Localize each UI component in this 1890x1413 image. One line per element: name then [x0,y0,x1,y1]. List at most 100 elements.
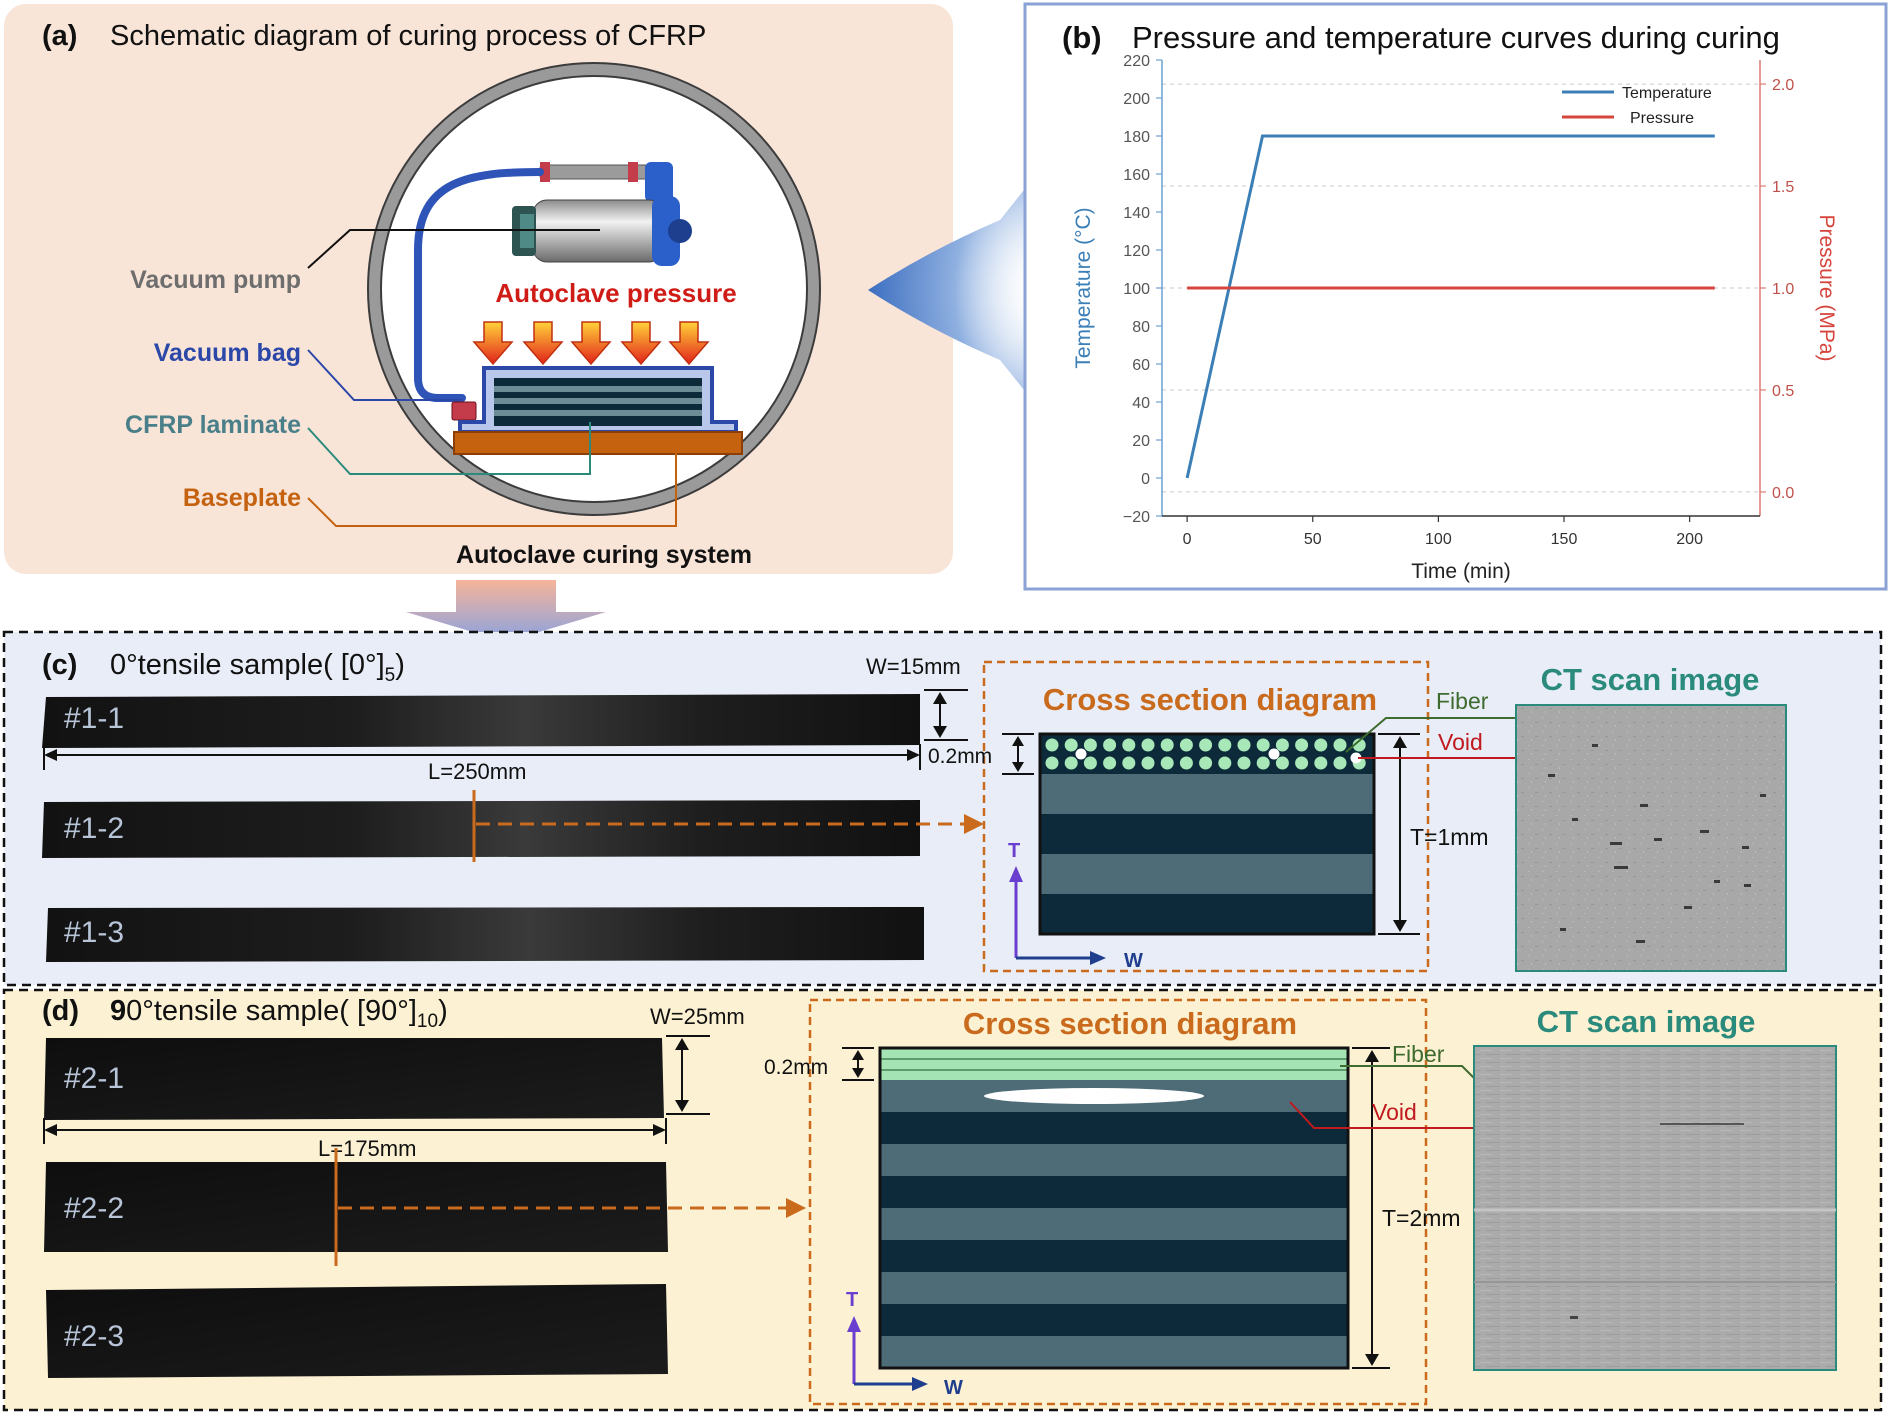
y-tick-label: 180 [1123,129,1150,146]
thickness-label: T=1mm [1410,824,1489,850]
y-tick-label: −20 [1123,509,1150,526]
sample-strip [42,694,920,748]
sample-strip [46,907,924,962]
y2-tick-label: 1.5 [1772,179,1794,196]
panel-d-tag: (d) [42,995,79,1027]
ply-thickness-label: 0.2mm [928,745,992,768]
fiber-dot [1333,738,1347,752]
fiber-label: Fiber [1436,688,1489,714]
sample-strip [42,800,920,858]
sample-strip [46,1284,668,1378]
cfrp-laminate-label: CFRP laminate [125,411,301,439]
y-tick-label: 0 [1141,471,1150,488]
y2-axis-label: Pressure (MPa) [1815,214,1838,361]
x-tick-label: 100 [1425,531,1452,548]
ct-scan-image [1473,1045,1837,1371]
fiber-dot [1045,756,1059,770]
void-label: Void [1372,1099,1417,1125]
thickness-label: T=2mm [1382,1205,1461,1231]
fiber-dot [1199,738,1213,752]
panel-d-title-sub: 10 [417,1011,438,1032]
baseplate-label: Baseplate [183,484,301,512]
axis-w-label: W [1124,950,1143,972]
length-label: L=250mm [428,759,526,784]
fiber-dot [1218,738,1232,752]
x-axis-label: Time (min) [1411,560,1511,583]
cross-section-plies [878,1046,1350,1370]
axis-t-label: T [1008,840,1020,862]
panel-a: (a) Schematic diagram of curing process … [4,4,953,574]
fiber-dot [1256,738,1270,752]
fiber-dot [1103,756,1117,770]
fiber-dot [1083,738,1097,752]
fiber-dot [1237,738,1251,752]
fiber-dot [1295,738,1309,752]
fiber-dot [1122,756,1136,770]
fiber-dot [1083,756,1097,770]
panel-b-tag: (b) [1062,20,1102,55]
void-label: Void [1438,729,1483,755]
fiber-dot [1237,756,1251,770]
vacuum-bag-label: Vacuum bag [154,339,301,367]
fiber-dot [1314,756,1328,770]
fiber-label: Fiber [1392,1041,1445,1067]
fiber-dot [1199,756,1213,770]
y-tick-label: 100 [1123,281,1150,298]
ply-thickness-label: 0.2mm [764,1056,828,1079]
sample-label: #1-3 [64,916,124,949]
vacuum-port-icon [451,401,477,421]
width-label: W=15mm [866,654,961,679]
panel-c-title-sub: 5 [385,665,396,686]
void-ellipse [984,1088,1204,1104]
fiber-dot [1218,756,1232,770]
fiber-dot [1275,756,1289,770]
fiber-dot [1045,738,1059,752]
autoclave-pressure-label: Autoclave pressure [495,278,736,308]
axis-w-label: W [944,1377,963,1399]
fiber-dot [1295,756,1309,770]
fiber-dot [1256,756,1270,770]
cross-section-title: Cross section diagram [1043,682,1377,717]
sample-strip [44,1162,668,1252]
panel-d-title: 90°tensile sample( [90°]10) [110,995,448,1032]
fiber-dot [1103,738,1117,752]
panel-c-title-end: ) [395,649,405,681]
panel-d: (d) 90°tensile sample( [90°]10) #2-1 #2-… [2,988,1883,1412]
autoclave-system-label: Autoclave curing system [456,541,752,569]
ct-scan-image [1515,704,1787,972]
panel-b: (b) Pressure and temperature curves duri… [1023,2,1888,591]
sample-label: #2-1 [64,1062,124,1095]
y-tick-label: 140 [1123,205,1150,222]
x-tick-label: 0 [1183,531,1192,548]
panel-c-title: 0°tensile sample( [0°]5) [110,649,405,686]
fiber-dot [1314,738,1328,752]
fiber-dot [1275,738,1289,752]
y-tick-label: 40 [1132,395,1150,412]
panel-a-title: Schematic diagram of curing process of C… [110,20,706,52]
fiber-dot [1160,738,1174,752]
void-dot [1075,748,1087,760]
y2-tick-label: 1.0 [1772,281,1794,298]
ct-scan-title: CT scan image [1541,662,1760,697]
fiber-dot [1333,756,1347,770]
cfrp-laminate-shape [494,378,702,426]
ct-scan-title: CT scan image [1537,1004,1756,1039]
width-label: W=25mm [650,1004,745,1029]
panel-b-title: Pressure and temperature curves during c… [1132,20,1780,55]
void-dot [1268,748,1280,760]
legend-label: Temperature [1622,85,1712,102]
y-tick-label: 120 [1123,243,1150,260]
panel-c: (c) 0°tensile sample( [0°]5) #1-1 #1-2 #… [2,630,1883,987]
length-label: L=175mm [318,1136,416,1161]
fiber-dot [1160,756,1174,770]
y-tick-label: 160 [1123,167,1150,184]
panel-a-tag: (a) [42,20,77,52]
figure: (a) Schematic diagram of curing process … [2,2,1888,1412]
fiber-dot [1179,738,1193,752]
sample-label: #1-1 [64,702,124,735]
panel-c-title-main: 0°tensile sample( [0°] [110,649,385,681]
y2-tick-label: 0.0 [1772,485,1794,502]
fiber-dot [1064,738,1078,752]
cross-section-title: Cross section diagram [963,1006,1297,1041]
axis-t-label: T [846,1289,858,1311]
